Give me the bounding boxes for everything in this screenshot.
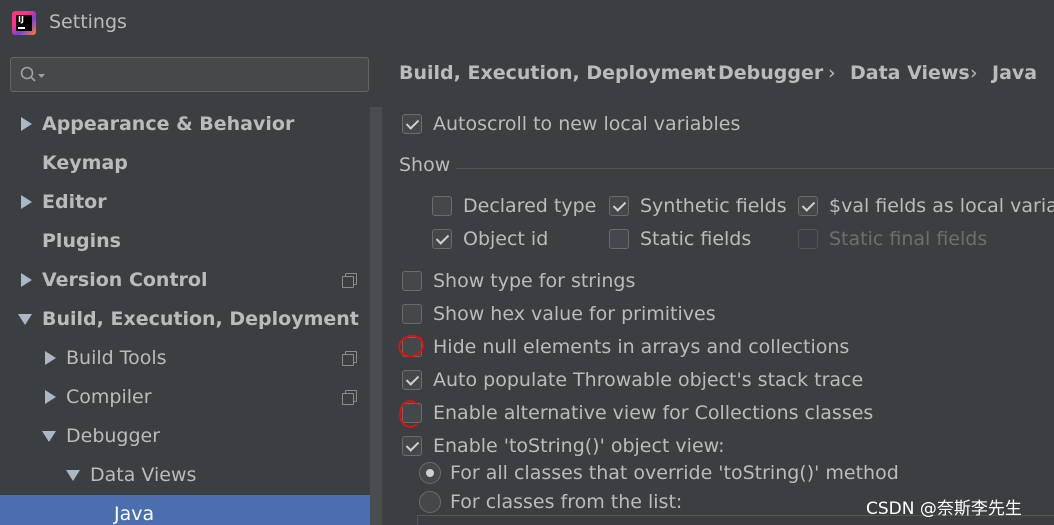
settings-content: Build, Execution, Deployment › Debugger … bbox=[382, 45, 1054, 525]
show-section-title: Show bbox=[399, 154, 451, 176]
option-label: Object id bbox=[463, 228, 549, 250]
sidebar-item-debugger[interactable]: Debugger bbox=[0, 417, 370, 455]
expand-arrow-icon[interactable] bbox=[43, 378, 57, 416]
sidebar-item-label: Keymap bbox=[42, 152, 128, 174]
option-label: Autoscroll to new local variables bbox=[433, 113, 741, 135]
intellij-logo-icon: IJ bbox=[12, 11, 36, 35]
breadcrumb-separator: › bbox=[970, 62, 978, 84]
hex-primitives-checkbox[interactable] bbox=[402, 304, 422, 324]
val-fields-checkbox[interactable] bbox=[798, 196, 818, 216]
project-settings-icon bbox=[342, 351, 357, 366]
project-settings-icon bbox=[342, 390, 357, 405]
tostring-view-checkbox[interactable] bbox=[402, 436, 422, 456]
collapse-arrow-icon[interactable] bbox=[18, 300, 32, 338]
settings-sidebar: Appearance & Behavior Keymap Editor Plug… bbox=[0, 45, 382, 525]
sidebar-item-label: Debugger bbox=[66, 425, 161, 447]
sidebar-item-data-views[interactable]: Data Views bbox=[0, 456, 370, 494]
sidebar-item-label: Build, Execution, Deployment bbox=[42, 308, 359, 330]
sidebar-item-compiler[interactable]: Compiler bbox=[0, 378, 370, 416]
option-label: Enable alternative view for Collections … bbox=[433, 402, 874, 424]
title-bar: IJ Settings bbox=[0, 0, 1054, 45]
sidebar-item-java[interactable]: Java bbox=[0, 495, 382, 525]
option-label: Static fields bbox=[640, 228, 752, 250]
sidebar-item-label: Version Control bbox=[42, 269, 208, 291]
breadcrumb-item[interactable]: Debugger bbox=[718, 59, 823, 87]
radio-all-classes[interactable] bbox=[419, 462, 441, 484]
sidebar-item-version-control[interactable]: Version Control bbox=[0, 261, 370, 299]
breadcrumb-separator: › bbox=[696, 62, 704, 84]
static-final-fields-checkbox bbox=[798, 229, 818, 249]
sidebar-item-label: Build Tools bbox=[66, 347, 167, 369]
sidebar-item-build-execution-deployment[interactable]: Build, Execution, Deployment bbox=[0, 300, 370, 338]
option-label: Hide null elements in arrays and collect… bbox=[433, 336, 850, 358]
radio-classes-list[interactable] bbox=[419, 491, 441, 513]
expand-arrow-icon[interactable] bbox=[19, 105, 33, 143]
logo-text: IJ bbox=[18, 15, 24, 24]
sidebar-item-label: Java bbox=[114, 503, 155, 525]
option-label: For all classes that override 'toString(… bbox=[450, 462, 899, 484]
sidebar-item-label: Data Views bbox=[90, 464, 197, 486]
sidebar-scrollbar[interactable] bbox=[370, 107, 382, 525]
static-fields-checkbox[interactable] bbox=[609, 229, 629, 249]
settings-window: IJ Settings Appearance & Behavior Keymap… bbox=[0, 0, 1054, 525]
project-settings-icon bbox=[342, 273, 357, 288]
option-label: For classes from the list: bbox=[450, 491, 683, 513]
red-annotation-mark bbox=[395, 332, 427, 360]
section-divider bbox=[456, 168, 1054, 169]
sidebar-item-keymap[interactable]: Keymap bbox=[0, 144, 370, 182]
sidebar-item-plugins[interactable]: Plugins bbox=[0, 222, 370, 260]
synthetic-fields-checkbox[interactable] bbox=[609, 196, 629, 216]
option-label: Synthetic fields bbox=[640, 195, 787, 217]
sidebar-item-editor[interactable]: Editor bbox=[0, 183, 370, 221]
object-id-checkbox[interactable] bbox=[432, 229, 452, 249]
search-icon bbox=[20, 66, 45, 82]
option-label: Enable 'toString()' object view: bbox=[433, 435, 725, 457]
red-annotation-mark bbox=[399, 400, 421, 428]
option-label: Show hex value for primitives bbox=[433, 303, 716, 325]
sidebar-item-appearance[interactable]: Appearance & Behavior bbox=[0, 105, 370, 143]
sidebar-item-build-tools[interactable]: Build Tools bbox=[0, 339, 370, 377]
option-label: $val fields as local variab bbox=[829, 195, 1054, 217]
breadcrumb-separator: › bbox=[828, 62, 836, 84]
expand-arrow-icon[interactable] bbox=[43, 339, 57, 377]
sidebar-item-label: Compiler bbox=[66, 386, 152, 408]
sidebar-item-label: Appearance & Behavior bbox=[42, 113, 295, 135]
option-label: Auto populate Throwable object's stack t… bbox=[433, 369, 864, 391]
type-for-strings-checkbox[interactable] bbox=[402, 271, 422, 291]
option-label: Show type for strings bbox=[433, 270, 636, 292]
collapse-arrow-icon[interactable] bbox=[66, 456, 80, 494]
option-label: Static final fields bbox=[829, 228, 988, 250]
breadcrumb-item[interactable]: Data Views bbox=[850, 59, 970, 87]
breadcrumb-item[interactable]: Java bbox=[992, 59, 1037, 87]
expand-arrow-icon[interactable] bbox=[19, 183, 33, 221]
expand-arrow-icon[interactable] bbox=[19, 261, 33, 299]
auto-populate-checkbox[interactable] bbox=[402, 370, 422, 390]
watermark: CSDN @奈斯李先生 bbox=[866, 499, 1022, 519]
option-label: Declared type bbox=[463, 195, 597, 217]
sidebar-item-label: Editor bbox=[42, 191, 107, 213]
breadcrumb-item[interactable]: Build, Execution, Deployment bbox=[399, 59, 716, 87]
declared-type-checkbox[interactable] bbox=[432, 196, 452, 216]
window-title: Settings bbox=[49, 11, 127, 33]
autoscroll-checkbox[interactable] bbox=[402, 114, 422, 134]
search-input[interactable] bbox=[10, 57, 369, 92]
collapse-arrow-icon[interactable] bbox=[42, 417, 56, 455]
sidebar-item-label: Plugins bbox=[42, 230, 121, 252]
